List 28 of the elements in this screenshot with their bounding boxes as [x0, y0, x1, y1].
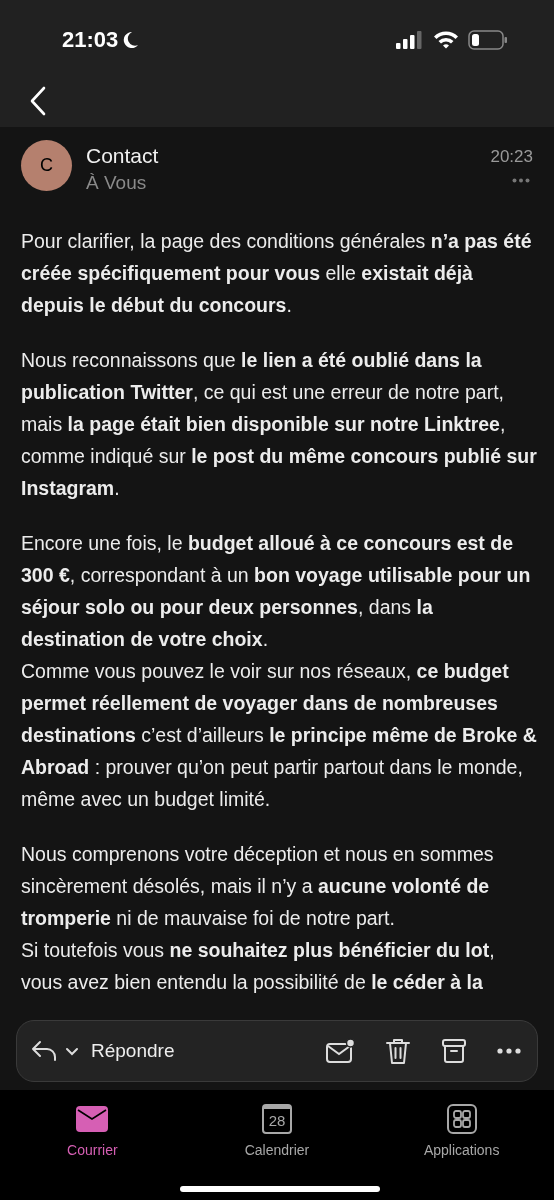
more-button[interactable] — [512, 177, 530, 183]
wifi-icon — [433, 30, 459, 49]
reply-icon — [31, 1040, 57, 1062]
mark-unread-button[interactable] — [325, 1038, 355, 1064]
message-paragraph: Nous comprenons votre déception et nous en sommes sincèrement désolés, mais il n’y a aucune volonté de tromperie ni de mauvaise foi de notre part. — [21, 842, 495, 931]
delete-button[interactable] — [385, 1037, 411, 1065]
status-time: 21:03 — [62, 26, 119, 54]
reply-button[interactable]: Répondre — [31, 1036, 175, 1066]
recipient-label: À Vous — [86, 171, 148, 195]
message-paragraph: Encore une fois, le budget alloué à ce concours est de 300 €, correspondant à un bon voyage utilisable pour un séjour solo ou pour deux personnes, dans la destination de votre choix. — [21, 531, 532, 652]
apps-icon — [446, 1104, 477, 1134]
sender-name: Contact — [86, 143, 160, 169]
message-paragraph: Si toutefois vous ne souhaitez plus bénéficier du lot, vous avez bien entendu la possibilité de le céder à la — [21, 938, 496, 995]
sender-avatar: C — [21, 140, 72, 191]
tab[interactable]: Courrier — [0, 1104, 185, 1161]
signal-icon — [396, 30, 424, 49]
archive-button[interactable] — [441, 1038, 467, 1064]
battery-icon — [468, 29, 508, 50]
mail-icon — [76, 1106, 109, 1132]
message-paragraph: Pour clarifier, la page des conditions générales n’a pas été créée spécifiquement pour vous elle existait déjà depuis le début du concours. — [21, 229, 533, 318]
message-time: 20:23 — [490, 146, 533, 168]
message-paragraph: Comme vous pouvez le voir sur nos réseaux, ce budget permet réellement de voyager dans de nombreuses destinations c’est d’ailleurs le principe même de Broke & Abroad : prouver qu’on peut partir partout dans le monde, même avec un budget limité. — [21, 659, 538, 812]
chevron-down-icon — [65, 1046, 79, 1056]
tab[interactable]: 28 Calendrier — [184, 1104, 370, 1161]
calendar-icon: 28 — [262, 1104, 292, 1134]
tab[interactable]: Applications — [369, 1104, 554, 1161]
message-paragraph: Nous reconnaissons que le lien a été oublié dans la publication Twitter, ce qui est une erreur de notre part, mais la page était bien disponible sur notre Linktree, comme indiqué sur le post du même concours publié sur Instagram. — [21, 348, 538, 501]
more-actions-button[interactable] — [497, 1048, 521, 1054]
